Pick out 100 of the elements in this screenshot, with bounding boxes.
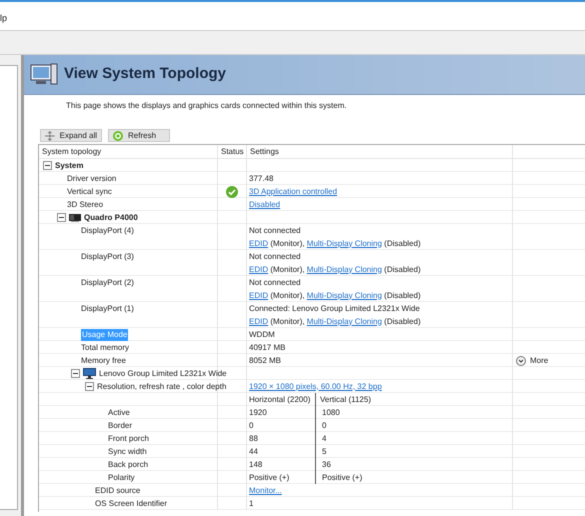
tree-row[interactable]: Lenovo Group Limited L2321x Wide [39, 367, 585, 380]
tree-label: Total memory [81, 342, 130, 354]
tree-label: Usage Mode [81, 328, 128, 340]
tree-label: Active [108, 406, 130, 418]
horizontal-value: Positive (+) [248, 472, 290, 484]
vertical-value: 5 [315, 445, 326, 458]
tree-row[interactable]: Resolution, refresh rate , color depth 1920 × 1080 pixels, 60.00 Hz, 32 bpp [39, 380, 585, 393]
tree-label: OS Screen Identifier [95, 498, 168, 510]
column-header: System topology [39, 145, 218, 158]
tree-label: Resolution, refresh rate , color depth [97, 380, 226, 392]
settings-text: (Disabled) [383, 264, 421, 276]
tree-label: System [55, 160, 84, 172]
page-title: View System Topology [64, 64, 226, 84]
tree-label: Memory free [81, 354, 126, 366]
tree-label: Back porch [108, 458, 148, 470]
column-header: Settings [247, 145, 513, 158]
settings-text: 40917 MB [249, 342, 286, 354]
tree-row[interactable]: Active 1920 1080 [39, 406, 585, 419]
menu-item[interactable]: lp [0, 12, 8, 25]
tree-row[interactable]: Usage Mode WDDM [39, 328, 585, 341]
settings-text: (Disabled) [383, 290, 421, 302]
collapse-icon[interactable] [43, 161, 52, 170]
settings-text: Not connected [249, 276, 301, 288]
settings-link[interactable]: Multi-Display Cloning [306, 238, 382, 250]
more-button[interactable]: More [516, 354, 548, 366]
settings-link[interactable]: Multi-Display Cloning [306, 316, 382, 328]
settings-text: 377.48 [249, 172, 274, 184]
chevron-down-icon [516, 356, 526, 366]
tree-row[interactable]: OS Screen Identifier 1 [39, 497, 585, 510]
vertical-value: 36 [315, 458, 331, 471]
tree-row[interactable]: Front porch 88 4 [39, 432, 585, 445]
settings-link[interactable]: EDID [249, 290, 268, 302]
settings-link[interactable]: Multi-Display Cloning [306, 264, 382, 276]
tree-label: Front porch [108, 432, 149, 444]
tree-label: DisplayPort (2) [81, 276, 134, 288]
collapse-icon[interactable] [85, 382, 94, 391]
vertical-value: Vertical (1125) [315, 393, 371, 406]
settings-text: (Monitor), [269, 316, 306, 328]
settings-text: (Monitor), [269, 264, 306, 276]
settings-link[interactable]: 1920 × 1080 pixels, 60.00 Hz, 32 bpp [249, 380, 382, 392]
tree-label: Quadro P4000 [84, 212, 138, 224]
tree-row[interactable]: Border 0 0 [39, 419, 585, 432]
tree-row[interactable]: DisplayPort (3) Not connected EDID (Monitor), Multi-Display Cloning (Disabled) [39, 250, 585, 276]
tree-row[interactable]: EDID source Monitor... [39, 484, 585, 497]
settings-link[interactable]: Disabled [249, 198, 280, 210]
settings-link[interactable]: 3D Application controlled [249, 186, 338, 198]
horizontal-value: 0 [248, 420, 254, 432]
settings-link[interactable]: Monitor... [249, 484, 282, 496]
tree-row[interactable]: System [39, 159, 585, 172]
tree-label: Border [108, 420, 132, 432]
tree-row[interactable]: Driver version 377.48 [39, 172, 585, 185]
settings-text: WDDM [249, 328, 275, 340]
collapse-icon[interactable] [57, 213, 66, 222]
tree-label: Vertical sync [67, 186, 112, 198]
tree-row[interactable]: DisplayPort (2) Not connected EDID (Monitor), Multi-Display Cloning (Disabled) [39, 276, 585, 302]
horizontal-value: 148 [248, 458, 264, 470]
refresh-icon [113, 130, 123, 140]
tree-label: 3D Stereo [67, 198, 104, 210]
page-description: This page shows the displays and graphics cards connected within this system. [66, 101, 347, 110]
tree-label: Driver version [67, 172, 116, 184]
settings-text: (Monitor), [269, 290, 306, 302]
settings-text: 8052 MB [249, 354, 282, 366]
settings-text: Connected: Lenovo Group Limited L2321x Wide [249, 302, 420, 314]
settings-text: (Monitor), [269, 238, 306, 250]
collapse-icon[interactable] [71, 369, 80, 378]
horizontal-value: 44 [248, 446, 259, 458]
horizontal-value: 88 [248, 432, 259, 444]
tree-label: Sync width [108, 446, 147, 458]
toolbar-button[interactable]: Expand all [40, 129, 102, 142]
tree-row[interactable]: Horizontal (2200) Vertical (1125) [39, 393, 585, 406]
tree-row[interactable]: 3D Stereo Disabled [39, 198, 585, 211]
tree-label: Lenovo Group Limited L2321x Wide [99, 368, 227, 380]
tree-row[interactable]: Memory free 8052 MB More [39, 354, 585, 367]
tree-label: Polarity [108, 472, 135, 484]
settings-text: 1 [249, 498, 254, 510]
vertical-value: 1080 [315, 406, 340, 419]
settings-link[interactable]: EDID [249, 264, 268, 276]
tree-row[interactable]: Vertical sync 3D Application controlled [39, 185, 585, 198]
tree-row[interactable]: DisplayPort (1) Connected: Lenovo Group Limited L2321x Wide EDID (Monitor), Multi-Display Cloning (Disabled) [39, 302, 585, 328]
settings-link[interactable]: Multi-Display Cloning [306, 290, 382, 302]
tree-row[interactable]: Sync width 44 5 [39, 445, 585, 458]
vertical-value: Positive (+) [315, 471, 362, 484]
tree-label: DisplayPort (3) [81, 250, 134, 262]
settings-link[interactable]: EDID [249, 316, 268, 328]
settings-text: Not connected [249, 250, 301, 262]
horizontal-value: 1920 [248, 406, 268, 418]
tree-label: DisplayPort (1) [81, 302, 134, 314]
column-header: Status [218, 145, 247, 158]
monitor-icon [83, 368, 96, 379]
tree-row[interactable]: Total memory 40917 MB [39, 341, 585, 354]
tree-label: DisplayPort (4) [81, 224, 134, 236]
tree-row[interactable]: Quadro P4000 [39, 211, 585, 224]
toolbar-button[interactable]: Refresh [108, 129, 170, 142]
settings-link[interactable]: EDID [249, 238, 268, 250]
tree-row[interactable]: DisplayPort (4) Not connected EDID (Monitor), Multi-Display Cloning (Disabled) [39, 224, 585, 250]
settings-text: (Disabled) [383, 316, 421, 328]
expand-icon [45, 130, 55, 140]
tree-row[interactable]: Polarity Positive (+) Positive (+) [39, 471, 585, 484]
vertical-value: 0 [315, 419, 326, 432]
tree-row[interactable]: Back porch 148 36 [39, 458, 585, 471]
